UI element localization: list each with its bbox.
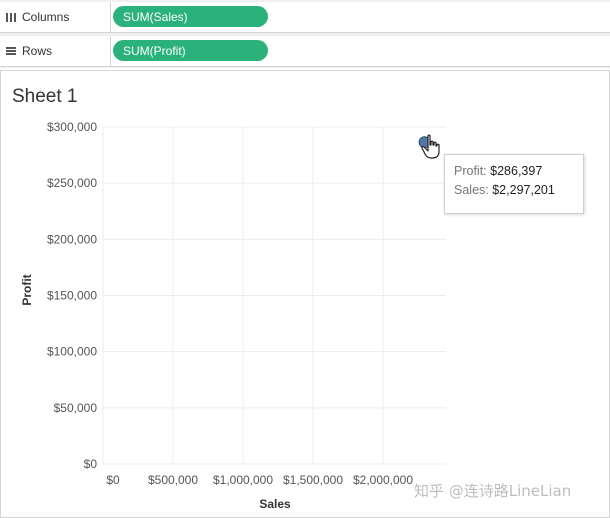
sheet-canvas (0, 70, 610, 518)
sheet-title: Sheet 1 (12, 86, 78, 107)
watermark: 知乎 @连诗路LineLian (414, 482, 572, 500)
columns-label-text: Columns (22, 10, 70, 24)
rows-shelf: Rows SUM(Profit) (0, 36, 610, 67)
tooltip: Profit: $286,397 Sales: $2,297,201 (444, 154, 584, 214)
hand-cursor-icon (420, 134, 442, 165)
rows-icon (0, 45, 22, 57)
tooltip-profit-row: Profit: $286,397 (454, 164, 583, 183)
tooltip-sales-row: Sales: $2,297,201 (454, 183, 583, 202)
sum-profit-pill[interactable]: SUM(Profit) (113, 40, 268, 61)
rows-shelf-label: Rows (0, 36, 111, 66)
tooltip-profit-value: $286,397 (490, 164, 543, 178)
sum-sales-pill[interactable]: SUM(Sales) (113, 6, 268, 27)
columns-drop-zone[interactable]: SUM(Sales) (111, 2, 610, 32)
columns-shelf: Columns SUM(Sales) (0, 2, 610, 33)
rows-drop-zone[interactable]: SUM(Profit) (111, 36, 610, 66)
tooltip-sales-key: Sales: (454, 183, 489, 197)
rows-label-text: Rows (22, 44, 53, 58)
columns-shelf-label: Columns (0, 2, 111, 32)
columns-icon (0, 11, 22, 23)
tooltip-profit-key: Profit: (454, 164, 487, 178)
tooltip-sales-value: $2,297,201 (492, 183, 555, 197)
